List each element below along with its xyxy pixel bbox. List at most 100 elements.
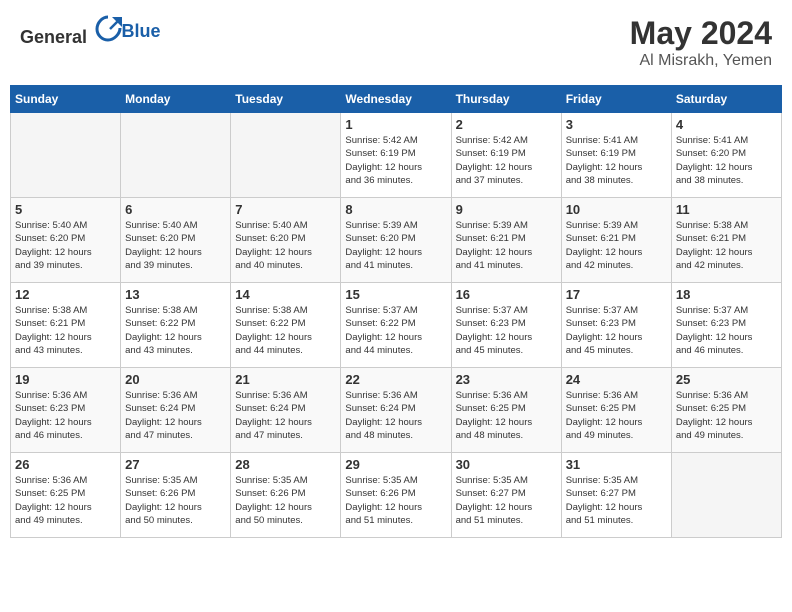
day-info: Sunrise: 5:36 AM Sunset: 6:25 PM Dayligh… (456, 389, 557, 442)
day-number: 19 (15, 372, 116, 387)
day-number: 23 (456, 372, 557, 387)
day-cell: 26 Sunrise: 5:36 AM Sunset: 6:25 PM Dayli… (11, 453, 121, 538)
day-number: 13 (125, 287, 226, 302)
day-number: 21 (235, 372, 336, 387)
day-number: 24 (566, 372, 667, 387)
day-cell: 6 Sunrise: 5:40 AM Sunset: 6:20 PM Daylig… (121, 198, 231, 283)
day-info: Sunrise: 5:36 AM Sunset: 6:25 PM Dayligh… (676, 389, 777, 442)
day-cell: 7 Sunrise: 5:40 AM Sunset: 6:20 PM Daylig… (231, 198, 341, 283)
day-number: 12 (15, 287, 116, 302)
day-cell: 1Sunrise: 5:42 AM Sunset: 6:19 PM Daylig… (341, 113, 451, 198)
day-number: 27 (125, 457, 226, 472)
weekday-header-saturday: Saturday (671, 86, 781, 113)
day-cell: 16 Sunrise: 5:37 AM Sunset: 6:23 PM Dayli… (451, 283, 561, 368)
weekday-header-monday: Monday (121, 86, 231, 113)
weekday-header-sunday: Sunday (11, 86, 121, 113)
day-cell: 27Sunrise: 5:35 AM Sunset: 6:26 PM Dayli… (121, 453, 231, 538)
day-info: Sunrise: 5:42 AM Sunset: 6:19 PM Dayligh… (345, 134, 446, 187)
day-info: Sunrise: 5:41 AM Sunset: 6:20 PM Dayligh… (676, 134, 777, 187)
day-cell: 18 Sunrise: 5:37 AM Sunset: 6:23 PM Dayli… (671, 283, 781, 368)
day-number: 26 (15, 457, 116, 472)
week-row-1: 1Sunrise: 5:42 AM Sunset: 6:19 PM Daylig… (11, 113, 782, 198)
week-row-2: 5Sunrise: 5:40 AM Sunset: 6:20 PM Daylig… (11, 198, 782, 283)
day-info: Sunrise: 5:39 AM Sunset: 6:20 PM Dayligh… (345, 219, 446, 272)
day-number: 9 (456, 202, 557, 217)
logo: General Blue (20, 15, 161, 48)
day-cell: 19 Sunrise: 5:36 AM Sunset: 6:23 PM Dayli… (11, 368, 121, 453)
day-info: Sunrise: 5:38 AM Sunset: 6:22 PM Dayligh… (125, 304, 226, 357)
day-info: Sunrise: 5:40 AM Sunset: 6:20 PM Dayligh… (15, 219, 116, 272)
day-info: Sunrise: 5:37 AM Sunset: 6:22 PM Dayligh… (345, 304, 446, 357)
weekday-header-row: SundayMondayTuesdayWednesdayThursdayFrid… (11, 86, 782, 113)
day-info: Sunrise: 5:37 AM Sunset: 6:23 PM Dayligh… (456, 304, 557, 357)
day-number: 30 (456, 457, 557, 472)
day-cell: 21 Sunrise: 5:36 AM Sunset: 6:24 PM Dayli… (231, 368, 341, 453)
day-cell (11, 113, 121, 198)
day-cell: 24Sunrise: 5:36 AM Sunset: 6:25 PM Dayli… (561, 368, 671, 453)
day-info: Sunrise: 5:35 AM Sunset: 6:27 PM Dayligh… (456, 474, 557, 527)
day-number: 7 (235, 202, 336, 217)
header: General Blue May 2024 Al Misrakh, Yemen (10, 10, 782, 75)
day-number: 18 (676, 287, 777, 302)
day-number: 29 (345, 457, 446, 472)
day-cell: 12 Sunrise: 5:38 AM Sunset: 6:21 PM Dayli… (11, 283, 121, 368)
day-info: Sunrise: 5:42 AM Sunset: 6:19 PM Dayligh… (456, 134, 557, 187)
weekday-header-thursday: Thursday (451, 86, 561, 113)
day-cell: 13 Sunrise: 5:38 AM Sunset: 6:22 PM Dayli… (121, 283, 231, 368)
day-info: Sunrise: 5:39 AM Sunset: 6:21 PM Dayligh… (456, 219, 557, 272)
day-info: Sunrise: 5:36 AM Sunset: 6:23 PM Dayligh… (15, 389, 116, 442)
day-info: Sunrise: 5:35 AM Sunset: 6:26 PM Dayligh… (345, 474, 446, 527)
day-cell: 4 Sunrise: 5:41 AM Sunset: 6:20 PM Daylig… (671, 113, 781, 198)
day-number: 20 (125, 372, 226, 387)
day-number: 10 (566, 202, 667, 217)
day-info: Sunrise: 5:38 AM Sunset: 6:21 PM Dayligh… (676, 219, 777, 272)
day-number: 6 (125, 202, 226, 217)
day-cell (671, 453, 781, 538)
day-number: 2 (456, 117, 557, 132)
weekday-header-friday: Friday (561, 86, 671, 113)
day-cell: 29 Sunrise: 5:35 AM Sunset: 6:26 PM Dayli… (341, 453, 451, 538)
day-number: 22 (345, 372, 446, 387)
day-cell: 3Sunrise: 5:41 AM Sunset: 6:19 PM Daylig… (561, 113, 671, 198)
day-number: 8 (345, 202, 446, 217)
day-cell: 5Sunrise: 5:40 AM Sunset: 6:20 PM Daylig… (11, 198, 121, 283)
day-number: 3 (566, 117, 667, 132)
logo-blue: Blue (122, 21, 161, 42)
day-info: Sunrise: 5:35 AM Sunset: 6:27 PM Dayligh… (566, 474, 667, 527)
day-info: Sunrise: 5:40 AM Sunset: 6:20 PM Dayligh… (235, 219, 336, 272)
week-row-3: 12 Sunrise: 5:38 AM Sunset: 6:21 PM Dayli… (11, 283, 782, 368)
month-title: May 2024 (630, 15, 772, 52)
day-cell: 10Sunrise: 5:39 AM Sunset: 6:21 PM Dayli… (561, 198, 671, 283)
day-cell: 31 Sunrise: 5:35 AM Sunset: 6:27 PM Dayli… (561, 453, 671, 538)
day-cell: 25 Sunrise: 5:36 AM Sunset: 6:25 PM Dayli… (671, 368, 781, 453)
day-cell: 17Sunrise: 5:37 AM Sunset: 6:23 PM Dayli… (561, 283, 671, 368)
day-info: Sunrise: 5:36 AM Sunset: 6:24 PM Dayligh… (345, 389, 446, 442)
day-info: Sunrise: 5:37 AM Sunset: 6:23 PM Dayligh… (676, 304, 777, 357)
day-number: 25 (676, 372, 777, 387)
logo-icon (94, 15, 122, 43)
day-cell: 22 Sunrise: 5:36 AM Sunset: 6:24 PM Dayli… (341, 368, 451, 453)
day-info: Sunrise: 5:35 AM Sunset: 6:26 PM Dayligh… (235, 474, 336, 527)
day-cell: 11 Sunrise: 5:38 AM Sunset: 6:21 PM Dayli… (671, 198, 781, 283)
day-info: Sunrise: 5:36 AM Sunset: 6:24 PM Dayligh… (235, 389, 336, 442)
day-cell: 14Sunrise: 5:38 AM Sunset: 6:22 PM Dayli… (231, 283, 341, 368)
day-cell: 28Sunrise: 5:35 AM Sunset: 6:26 PM Dayli… (231, 453, 341, 538)
day-cell: 15 Sunrise: 5:37 AM Sunset: 6:22 PM Dayli… (341, 283, 451, 368)
location-title: Al Misrakh, Yemen (630, 52, 772, 70)
day-cell: 23 Sunrise: 5:36 AM Sunset: 6:25 PM Dayli… (451, 368, 561, 453)
day-info: Sunrise: 5:38 AM Sunset: 6:21 PM Dayligh… (15, 304, 116, 357)
day-cell: 8 Sunrise: 5:39 AM Sunset: 6:20 PM Daylig… (341, 198, 451, 283)
day-number: 15 (345, 287, 446, 302)
day-cell (231, 113, 341, 198)
day-number: 11 (676, 202, 777, 217)
day-cell: 30 Sunrise: 5:35 AM Sunset: 6:27 PM Dayli… (451, 453, 561, 538)
day-info: Sunrise: 5:36 AM Sunset: 6:25 PM Dayligh… (15, 474, 116, 527)
day-number: 31 (566, 457, 667, 472)
title-area: May 2024 Al Misrakh, Yemen (630, 15, 772, 70)
day-number: 4 (676, 117, 777, 132)
day-cell: 9 Sunrise: 5:39 AM Sunset: 6:21 PM Daylig… (451, 198, 561, 283)
day-number: 17 (566, 287, 667, 302)
day-number: 16 (456, 287, 557, 302)
day-info: Sunrise: 5:40 AM Sunset: 6:20 PM Dayligh… (125, 219, 226, 272)
day-cell: 20Sunrise: 5:36 AM Sunset: 6:24 PM Dayli… (121, 368, 231, 453)
